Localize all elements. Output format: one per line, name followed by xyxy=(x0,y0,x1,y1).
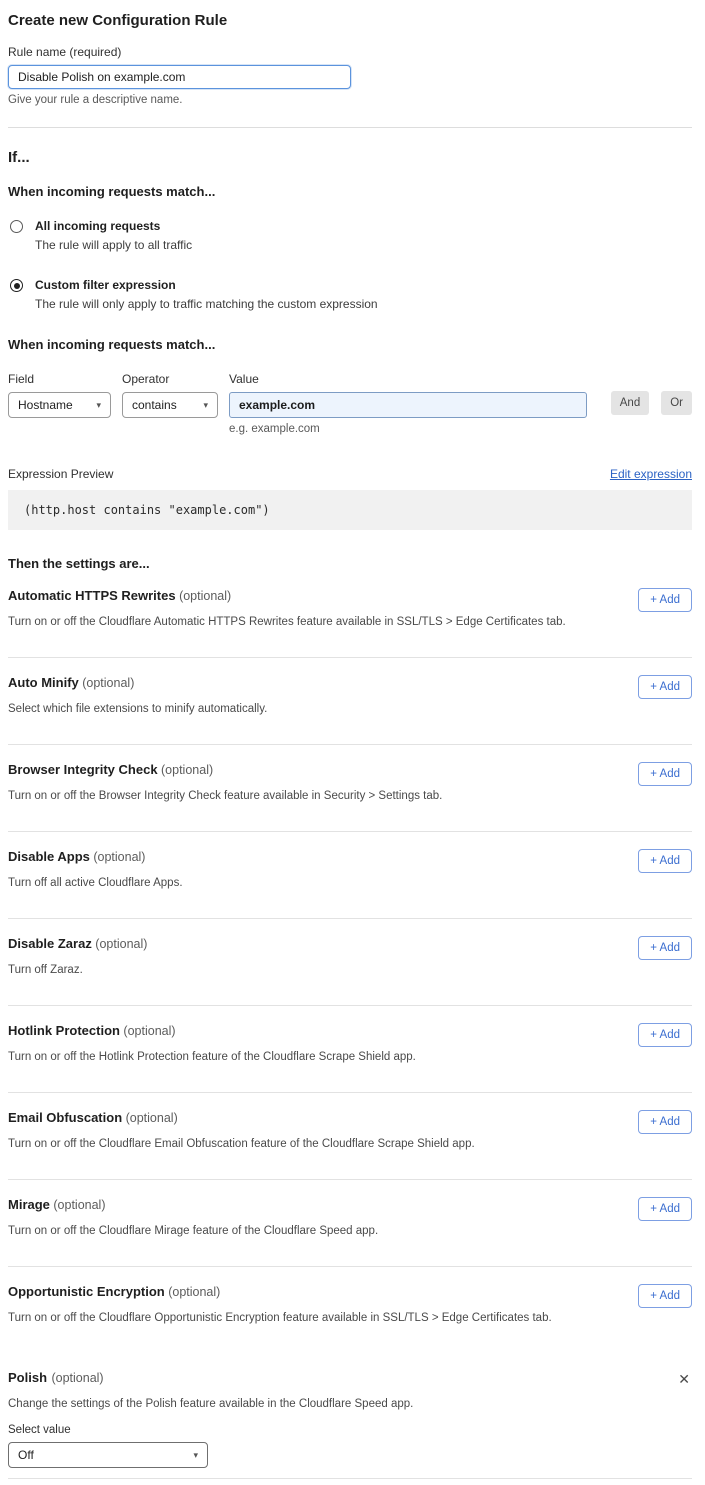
setting-description: Turn on or off the Hotlink Protection fe… xyxy=(8,1051,416,1063)
setting-row: Opportunistic Encryption (optional) Turn … xyxy=(8,1267,692,1353)
setting-optional-tag: (optional) xyxy=(90,850,146,864)
setting-row-polish: Polish (optional) Change the settings of… xyxy=(8,1353,692,1479)
expression-preview-label: Expression Preview xyxy=(8,467,113,481)
setting-row: Hotlink Protection (optional) Turn on or … xyxy=(8,1006,692,1093)
value-help: e.g. example.com xyxy=(229,423,587,435)
close-icon[interactable]: ✕ xyxy=(676,1370,692,1388)
setting-title: Automatic HTTPS Rewrites xyxy=(8,588,176,603)
setting-optional-tag: (optional) xyxy=(176,589,232,603)
divider xyxy=(8,127,692,128)
setting-title: Polish xyxy=(8,1370,47,1385)
setting-description: Select which file extensions to minify a… xyxy=(8,703,267,715)
builder-heading: When incoming requests match... xyxy=(8,337,692,352)
value-label: Value xyxy=(229,372,587,386)
select-value-label: Select value xyxy=(8,1424,676,1436)
page-title: Create new Configuration Rule xyxy=(8,12,692,29)
setting-add-button[interactable]: + Add xyxy=(638,849,692,873)
setting-description: Change the settings of the Polish featur… xyxy=(8,1398,676,1410)
setting-optional-tag: (optional) xyxy=(120,1024,176,1038)
radio-option-description: The rule will apply to all traffic xyxy=(35,238,192,252)
field-select-value: Hostname xyxy=(18,398,73,412)
setting-add-button[interactable]: + Add xyxy=(638,1197,692,1221)
setting-info: Disable Zaraz (optional) Turn off Zaraz. xyxy=(8,935,147,976)
radio-option-description: The rule will only apply to traffic matc… xyxy=(35,297,378,311)
setting-title: Disable Apps xyxy=(8,849,90,864)
radio-option-custom-expression[interactable]: Custom filter expression The rule will o… xyxy=(8,278,692,311)
setting-add-button[interactable]: + Add xyxy=(638,762,692,786)
setting-add-button[interactable]: + Add xyxy=(638,1110,692,1134)
setting-info: Disable Apps (optional) Turn off all acti… xyxy=(8,848,183,889)
setting-info: Automatic HTTPS Rewrites (optional) Turn … xyxy=(8,587,566,628)
setting-row: Auto Minify (optional) Select which file … xyxy=(8,658,692,745)
edit-expression-link[interactable]: Edit expression xyxy=(610,467,692,481)
setting-row: Mirage (optional) Turn on or off the Clou… xyxy=(8,1180,692,1267)
setting-optional-tag: (optional) xyxy=(51,1371,103,1385)
setting-info: Browser Integrity Check (optional) Turn o… xyxy=(8,761,442,802)
setting-info: Mirage (optional) Turn on or off the Clou… xyxy=(8,1196,378,1237)
radio-button[interactable] xyxy=(10,220,23,233)
setting-row: Automatic HTTPS Rewrites (optional) Turn … xyxy=(8,571,692,658)
setting-optional-tag: (optional) xyxy=(50,1198,106,1212)
settings-list: Automatic HTTPS Rewrites (optional) Turn … xyxy=(8,571,692,1353)
setting-title: Browser Integrity Check xyxy=(8,762,158,777)
if-heading: If... xyxy=(8,149,692,166)
or-button[interactable]: Or xyxy=(661,391,692,415)
setting-description: Turn on or off the Cloudflare Mirage fea… xyxy=(8,1225,378,1237)
setting-title: Email Obfuscation xyxy=(8,1110,122,1125)
radio-button[interactable] xyxy=(10,279,23,292)
setting-title: Hotlink Protection xyxy=(8,1023,120,1038)
polish-select-value: Off xyxy=(18,1448,34,1462)
setting-title: Mirage xyxy=(8,1197,50,1212)
rule-name-label: Rule name (required) xyxy=(8,45,692,59)
setting-description: Turn on or off the Cloudflare Opportunis… xyxy=(8,1312,552,1324)
setting-add-button[interactable]: + Add xyxy=(638,936,692,960)
setting-title: Auto Minify xyxy=(8,675,79,690)
chevron-down-icon: ▾ xyxy=(203,400,208,411)
rule-name-input[interactable] xyxy=(8,65,351,89)
operator-select-value: contains xyxy=(132,398,177,412)
expression-builder-row: Field Hostname ▾ Operator contains ▾ Val… xyxy=(8,372,692,435)
setting-description: Turn on or off the Cloudflare Email Obfu… xyxy=(8,1138,475,1150)
setting-optional-tag: (optional) xyxy=(158,763,214,777)
value-input[interactable] xyxy=(229,392,587,418)
setting-info: Opportunistic Encryption (optional) Turn … xyxy=(8,1283,552,1324)
setting-info: Email Obfuscation (optional) Turn on or o… xyxy=(8,1109,475,1150)
chevron-down-icon: ▾ xyxy=(96,400,101,411)
setting-row: Disable Zaraz (optional) Turn off Zaraz. +… xyxy=(8,919,692,1006)
operator-select[interactable]: contains ▾ xyxy=(122,392,218,418)
operator-label: Operator xyxy=(122,372,218,386)
setting-info: Auto Minify (optional) Select which file … xyxy=(8,674,267,715)
setting-description: Turn off Zaraz. xyxy=(8,964,147,976)
setting-info: Hotlink Protection (optional) Turn on or … xyxy=(8,1022,416,1063)
setting-title: Disable Zaraz xyxy=(8,936,92,951)
expression-preview-code: (http.host contains "example.com") xyxy=(8,490,692,530)
setting-add-button[interactable]: + Add xyxy=(638,1023,692,1047)
field-label: Field xyxy=(8,372,111,386)
then-settings-heading: Then the settings are... xyxy=(8,556,692,571)
setting-optional-tag: (optional) xyxy=(79,676,135,690)
radio-option-label: All incoming requests xyxy=(35,219,192,234)
setting-description: Turn on or off the Browser Integrity Che… xyxy=(8,790,442,802)
setting-description: Turn off all active Cloudflare Apps. xyxy=(8,877,183,889)
radio-option-label: Custom filter expression xyxy=(35,278,378,293)
chevron-down-icon: ▾ xyxy=(193,1450,198,1461)
setting-title: Opportunistic Encryption xyxy=(8,1284,165,1299)
setting-row: Email Obfuscation (optional) Turn on or o… xyxy=(8,1093,692,1180)
setting-description: Turn on or off the Cloudflare Automatic … xyxy=(8,616,566,628)
setting-optional-tag: (optional) xyxy=(165,1285,221,1299)
setting-add-button[interactable]: + Add xyxy=(638,1284,692,1308)
setting-optional-tag: (optional) xyxy=(92,937,148,951)
setting-row: Browser Integrity Check (optional) Turn o… xyxy=(8,745,692,832)
setting-optional-tag: (optional) xyxy=(122,1111,178,1125)
and-button[interactable]: And xyxy=(611,391,649,415)
radio-option-all-requests[interactable]: All incoming requests The rule will appl… xyxy=(8,219,692,252)
match-heading: When incoming requests match... xyxy=(8,184,692,199)
setting-add-button[interactable]: + Add xyxy=(638,588,692,612)
rule-name-help: Give your rule a descriptive name. xyxy=(8,94,692,106)
field-select[interactable]: Hostname ▾ xyxy=(8,392,111,418)
setting-add-button[interactable]: + Add xyxy=(638,675,692,699)
polish-value-select[interactable]: Off ▾ xyxy=(8,1442,208,1468)
setting-row: Disable Apps (optional) Turn off all acti… xyxy=(8,832,692,919)
